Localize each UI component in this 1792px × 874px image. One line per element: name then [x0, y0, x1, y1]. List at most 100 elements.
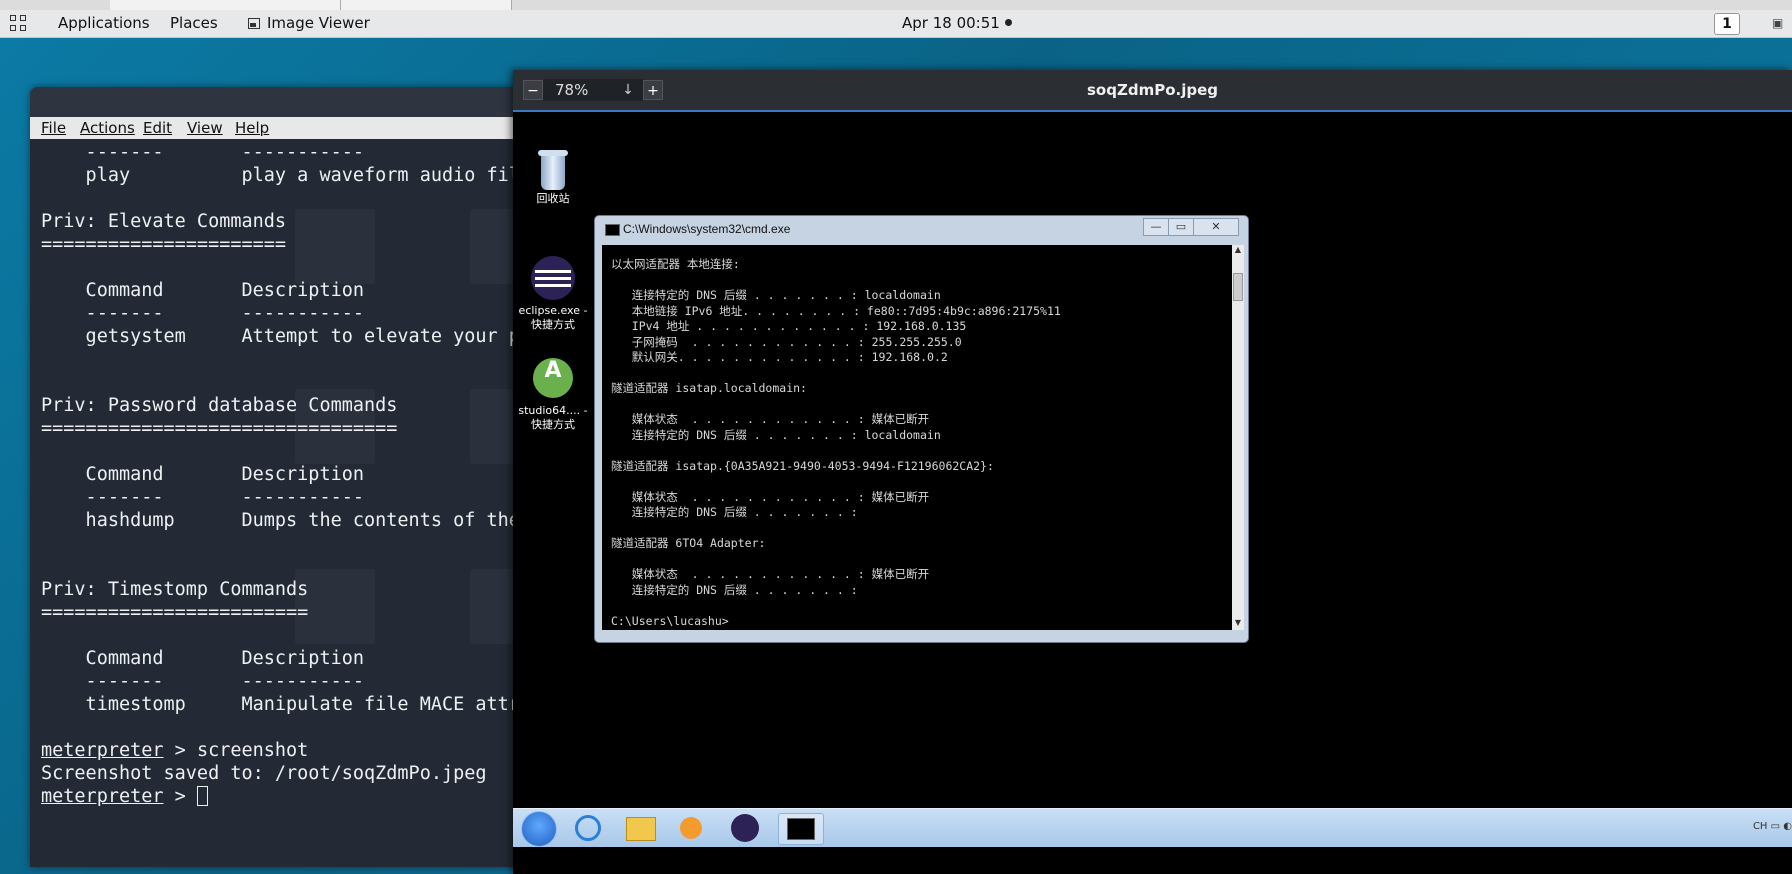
cmd-scrollbar[interactable]: ▲ ▼ [1232, 245, 1244, 630]
app-grid-icon[interactable] [10, 15, 28, 33]
cmd-icon [787, 818, 815, 840]
terminal-window: File Actions Edit View Help ------- ----… [30, 87, 550, 867]
notification-dot-icon [1004, 19, 1012, 26]
cmd-line: 连接特定的 DNS 后缀 . . . . . . . : localdomain [611, 427, 941, 442]
cmd-line: 隧道适配器 isatap.{0A35A921-9490-4053-9494-F1… [611, 458, 994, 473]
clock[interactable]: Apr 18 00:51 [902, 14, 1012, 33]
cmd-line: 子网掩码 . . . . . . . . . . . . : 255.255.2… [611, 334, 962, 349]
cmd-taskbar-button[interactable] [778, 813, 824, 845]
terminal-line: ====================== [41, 234, 287, 255]
internet-explorer-icon [575, 815, 601, 841]
terminal-line: Command Description [41, 464, 365, 485]
viewer-header: − 78% ↓ + soqZdmPo.jpeg [513, 70, 1792, 112]
prompt-label: meterpreter [41, 740, 164, 761]
recycle-bin-label: 回收站 [536, 192, 570, 205]
tab-strip [0, 0, 1792, 10]
viewer-title: soqZdmPo.jpeg [1086, 81, 1218, 99]
menu-file[interactable]: File [41, 119, 66, 137]
cmd-line: 以太网适配器 本地连接: [611, 257, 740, 271]
terminal-output[interactable]: ------- ----------- play play a waveform… [30, 139, 550, 867]
cmd-line: 默认网关. . . . . . . . . . . . . : 192.168.… [611, 350, 948, 364]
terminal-line: ------- ----------- [41, 303, 365, 324]
terminal-line: Priv: Elevate Commands [41, 211, 287, 232]
explorer-taskbar-button[interactable] [621, 813, 661, 843]
terminal-prompt-line: meterpreter > screenshot [41, 739, 308, 762]
android-studio-icon [533, 358, 573, 398]
terminal-line: ------- ----------- [41, 487, 365, 508]
terminal-line: hashdump Dumps the contents of the SAM [41, 510, 550, 531]
cmd-line: 隧道适配器 isatap.localdomain: [611, 381, 807, 395]
close-button[interactable]: ✕ [1193, 218, 1239, 236]
tab[interactable] [341, 0, 512, 10]
recycle-bin-shortcut[interactable]: 回收站 [513, 148, 593, 206]
terminal-line: Command Description [41, 648, 365, 669]
terminal-line: getsystem Attempt to elevate your privil… [85, 326, 550, 347]
cmd-line: 媒体状态 . . . . . . . . . . . . : 媒体已断开 [611, 489, 930, 504]
terminal-line: ------- ----------- [41, 142, 365, 163]
cmd-line: 连接特定的 DNS 后缀 . . . . . . . : [611, 582, 858, 597]
eclipse-shortcut[interactable]: eclipse.exe - 快捷方式 [513, 256, 593, 332]
terminal-line: ======================== [41, 602, 309, 623]
recycle-bin-icon [537, 148, 569, 192]
terminal-line: ================================ [41, 418, 398, 439]
image-viewer-icon [248, 18, 260, 29]
cmd-window-icon [605, 224, 620, 236]
eclipse-taskbar-button[interactable] [725, 813, 765, 843]
start-orb-icon[interactable] [521, 811, 557, 847]
terminal-line: Screenshot saved to: /root/soqZdmPo.jpeg [41, 763, 487, 784]
cmd-line: IPv4 地址 . . . . . . . . . . . . : 192.16… [611, 319, 967, 333]
tab[interactable] [110, 0, 341, 10]
cmd-line: 隧道适配器 6TO4 Adapter: [611, 536, 766, 550]
terminal-line: Priv: Password database Commands [41, 395, 398, 416]
eclipse-icon [531, 256, 575, 300]
cmd-window: C:\Windows\system32\cmd.exe — ▭ ✕ 以太网适配器… [594, 215, 1249, 643]
terminal-line: timestomp Manipulate file MACE attribute… [41, 694, 550, 715]
cmd-title: C:\Windows\system32\cmd.exe [623, 222, 791, 236]
eclipse-label: eclipse.exe - 快捷方式 [518, 304, 588, 331]
scroll-down-icon[interactable]: ▼ [1232, 618, 1244, 630]
media-player-icon [680, 817, 702, 839]
applications-menu[interactable]: Applications [58, 14, 150, 33]
terminal-menubar: File Actions Edit View Help [30, 117, 550, 139]
media-player-taskbar-button[interactable] [671, 813, 711, 843]
terminal-prompt-line[interactable]: meterpreter > [41, 785, 208, 808]
clock-label: Apr 18 00:51 [902, 14, 1000, 32]
image-viewer-label: Image Viewer [267, 14, 370, 32]
terminal-line: Command Description [41, 280, 365, 301]
scroll-thumb[interactable] [1233, 273, 1243, 301]
image-viewer-app-menu[interactable]: Image Viewer [248, 14, 370, 33]
top-panel: Applications Places Image Viewer Apr 18 … [0, 10, 1792, 38]
eclipse-taskbar-icon [731, 814, 759, 842]
ie-taskbar-button[interactable] [568, 813, 608, 843]
windows-tray[interactable]: CH ▭ ◐ [1753, 821, 1792, 832]
workspace-indicator[interactable]: 1 [1714, 13, 1740, 35]
terminal-cursor [196, 786, 208, 806]
system-tray-icon[interactable]: ▣ [1772, 16, 1786, 30]
menu-help[interactable]: Help [235, 119, 269, 137]
studio-shortcut[interactable]: studio64.... - 快捷方式 [513, 358, 593, 432]
terminal-titlebar[interactable] [30, 87, 550, 117]
prompt-label: meterpreter [41, 786, 164, 807]
windows-taskbar: CH ▭ ◐ [513, 808, 1792, 847]
maximize-button[interactable]: ▭ [1168, 218, 1194, 236]
menu-edit[interactable]: Edit [143, 119, 172, 137]
cmd-console[interactable]: 以太网适配器 本地连接: 连接特定的 DNS 后缀 . . . . . . . … [602, 245, 1232, 630]
terminal-line: ------- ----------- [41, 671, 365, 692]
command-text: > screenshot [163, 740, 309, 761]
cmd-line: 本地链接 IPv6 地址. . . . . . . . : fe80::7d95… [611, 303, 1061, 318]
menu-view[interactable]: View [187, 119, 223, 137]
cmd-prompt-line: C:\Users\lucashu> [611, 613, 729, 628]
prompt-suffix: > [163, 786, 197, 807]
terminal-line: play play a waveform audio file [41, 165, 532, 186]
menu-actions[interactable]: Actions [80, 119, 135, 137]
cmd-line: 连接特定的 DNS 后缀 . . . . . . . : localdomain [611, 288, 941, 302]
studio-label: studio64.... - 快捷方式 [518, 404, 588, 431]
terminal-line: Priv: Timestomp Commands [41, 579, 309, 600]
cmd-line: 媒体状态 . . . . . . . . . . . . : 媒体已断开 [611, 412, 930, 426]
folder-icon [626, 817, 656, 841]
places-menu[interactable]: Places [170, 14, 218, 33]
scroll-up-icon[interactable]: ▲ [1232, 245, 1244, 257]
cmd-line: 连接特定的 DNS 后缀 . . . . . . . : [611, 505, 858, 519]
minimize-button[interactable]: — [1143, 218, 1169, 236]
cmd-line: 媒体状态 . . . . . . . . . . . . : 媒体已断开 [611, 567, 930, 581]
